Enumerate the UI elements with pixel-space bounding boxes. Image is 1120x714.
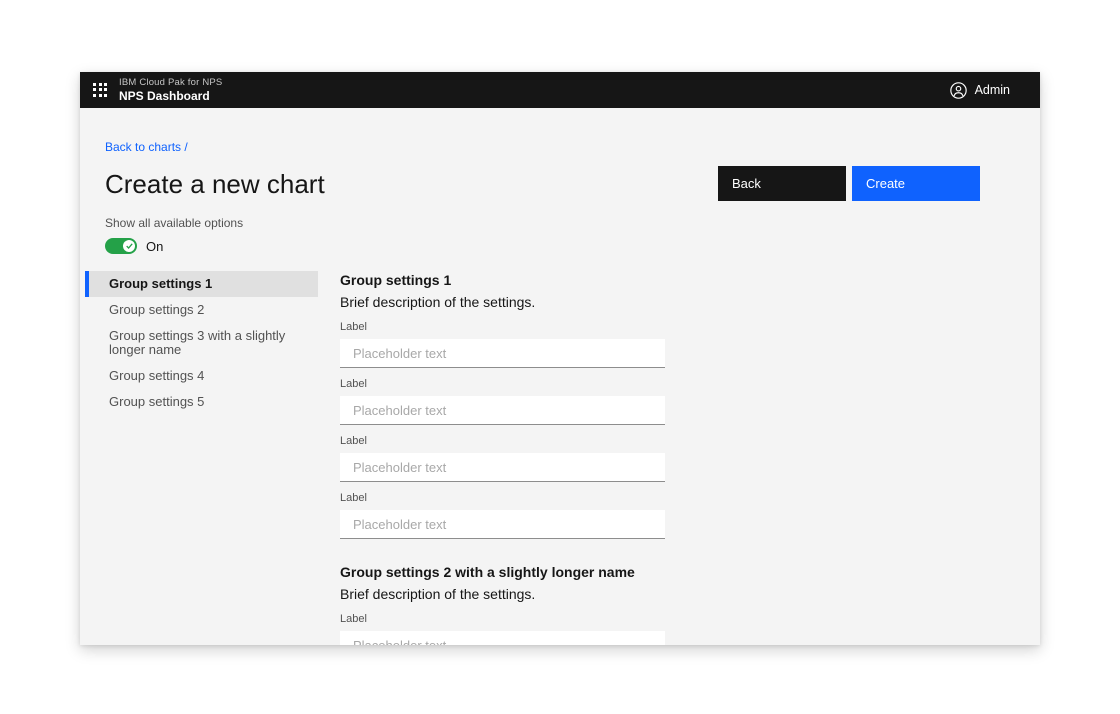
toggle-row: On <box>105 237 980 255</box>
sidebar-item-group-settings-4[interactable]: Group settings 4 <box>85 363 318 389</box>
field-label: Label <box>340 378 665 391</box>
text-input[interactable] <box>340 510 665 539</box>
create-button[interactable]: Create <box>852 166 980 201</box>
sidebar-item-group-settings-5[interactable]: Group settings 5 <box>85 389 318 415</box>
form-field: Label <box>340 435 665 482</box>
toggle-label: Show all available options <box>105 216 980 230</box>
app-window: IBM Cloud Pak for NPS NPS Dashboard Admi… <box>80 72 1040 645</box>
user-menu[interactable]: Admin <box>950 82 1010 99</box>
field-label: Label <box>340 492 665 505</box>
field-label: Label <box>340 613 665 626</box>
form-field: Label <box>340 492 665 539</box>
text-input[interactable] <box>340 396 665 425</box>
user-name: Admin <box>975 83 1010 97</box>
page-head: Back to charts / Create a new chart Show… <box>105 138 980 255</box>
form-section-2: Group settings 2 with a slightly longer … <box>340 563 665 645</box>
page-actions: Back Create <box>718 166 980 201</box>
settings-body: Group settings 1 Group settings 2 Group … <box>85 271 1040 645</box>
check-icon <box>126 243 133 249</box>
toggle-state-text: On <box>146 239 163 254</box>
product-name: NPS Dashboard <box>119 90 222 102</box>
section-heading: Group settings 1 <box>340 271 665 289</box>
field-label: Label <box>340 321 665 334</box>
section-heading: Group settings 2 with a slightly longer … <box>340 563 665 581</box>
text-input[interactable] <box>340 453 665 482</box>
text-input[interactable] <box>340 631 665 645</box>
app-header: IBM Cloud Pak for NPS NPS Dashboard Admi… <box>80 72 1040 108</box>
app-header-titles: IBM Cloud Pak for NPS NPS Dashboard <box>119 78 222 103</box>
user-avatar-icon <box>950 82 967 99</box>
settings-nav: Group settings 1 Group settings 2 Group … <box>85 271 318 415</box>
settings-form: Group settings 1 Brief description of th… <box>340 271 665 645</box>
form-field: Label <box>340 321 665 368</box>
sidebar-item-group-settings-3[interactable]: Group settings 3 with a slightly longer … <box>85 323 318 363</box>
app-switcher-icon[interactable] <box>93 83 108 98</box>
field-label: Label <box>340 435 665 448</box>
breadcrumb-back-to-charts[interactable]: Back to charts / <box>105 140 188 154</box>
section-description: Brief description of the settings. <box>340 293 665 311</box>
form-field: Label <box>340 378 665 425</box>
back-button[interactable]: Back <box>718 166 846 201</box>
sidebar-item-group-settings-1[interactable]: Group settings 1 <box>85 271 318 297</box>
sidebar-item-group-settings-2[interactable]: Group settings 2 <box>85 297 318 323</box>
form-section-1: Group settings 1 Brief description of th… <box>340 271 665 539</box>
toggle-knob <box>123 240 135 252</box>
platform-name: IBM Cloud Pak for NPS <box>119 78 222 88</box>
text-input[interactable] <box>340 339 665 368</box>
show-options-toggle[interactable] <box>105 238 137 254</box>
form-field: Label <box>340 613 665 645</box>
section-description: Brief description of the settings. <box>340 585 665 603</box>
page-content: Back to charts / Create a new chart Show… <box>80 108 1040 645</box>
